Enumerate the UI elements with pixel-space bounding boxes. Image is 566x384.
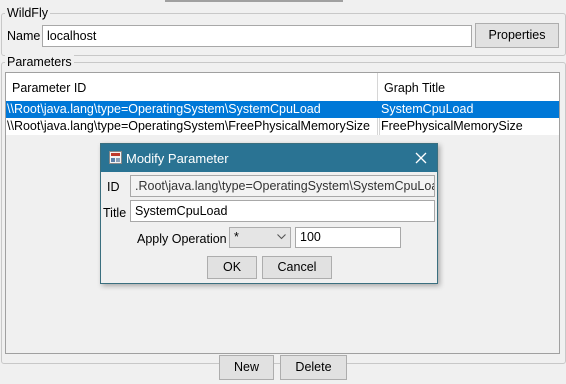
new-button[interactable]: New bbox=[219, 355, 274, 380]
table-row[interactable]: \\Root\java.lang\type=OperatingSystem\Fr… bbox=[6, 118, 559, 135]
parameter-id-cell: \\Root\java.lang\type=OperatingSystem\Sy… bbox=[7, 102, 321, 116]
delete-button[interactable]: Delete bbox=[280, 355, 347, 380]
ok-button[interactable]: OK bbox=[207, 256, 257, 279]
operand-input[interactable]: 100 bbox=[295, 227, 401, 248]
title-input[interactable]: SystemCpuLoad bbox=[130, 200, 435, 222]
parameter-id-cell: \\Root\java.lang\type=OperatingSystem\Fr… bbox=[7, 118, 378, 135]
column-header-graph-title[interactable]: Graph Title bbox=[378, 73, 559, 101]
chevron-down-icon bbox=[277, 234, 286, 240]
graph-title-cell: FreePhysicalMemorySize bbox=[379, 118, 559, 135]
modify-parameter-dialog: Modify Parameter ID .Root\java.lang\type… bbox=[100, 143, 438, 284]
id-label: ID bbox=[107, 180, 120, 194]
name-label: Name bbox=[7, 29, 41, 43]
tab-strip-edge bbox=[0, 0, 566, 3]
table-row[interactable]: \\Root\java.lang\type=OperatingSystem\Sy… bbox=[6, 101, 559, 118]
table-header: Parameter ID Graph Title bbox=[6, 73, 559, 102]
id-field[interactable]: .Root\java.lang\type=OperatingSystem\Sys… bbox=[130, 175, 435, 197]
operation-select[interactable]: * bbox=[229, 227, 291, 248]
dialog-title: Modify Parameter bbox=[126, 151, 229, 166]
close-icon[interactable] bbox=[413, 150, 429, 166]
graph-title-cell: SystemCpuLoad bbox=[379, 101, 559, 118]
app-window-icon bbox=[109, 151, 122, 164]
name-input[interactable]: localhost bbox=[42, 25, 472, 47]
properties-button[interactable]: Properties bbox=[475, 23, 559, 48]
parameters-group-legend: Parameters bbox=[5, 55, 74, 69]
dialog-titlebar[interactable]: Modify Parameter bbox=[101, 144, 437, 172]
column-header-parameter-id[interactable]: Parameter ID bbox=[6, 73, 378, 101]
wildfly-group-legend: WildFly bbox=[5, 6, 50, 20]
cancel-button[interactable]: Cancel bbox=[262, 256, 332, 279]
operation-value: * bbox=[234, 230, 239, 244]
apply-operation-label: Apply Operation bbox=[137, 232, 227, 246]
title-label: Title bbox=[103, 206, 127, 220]
